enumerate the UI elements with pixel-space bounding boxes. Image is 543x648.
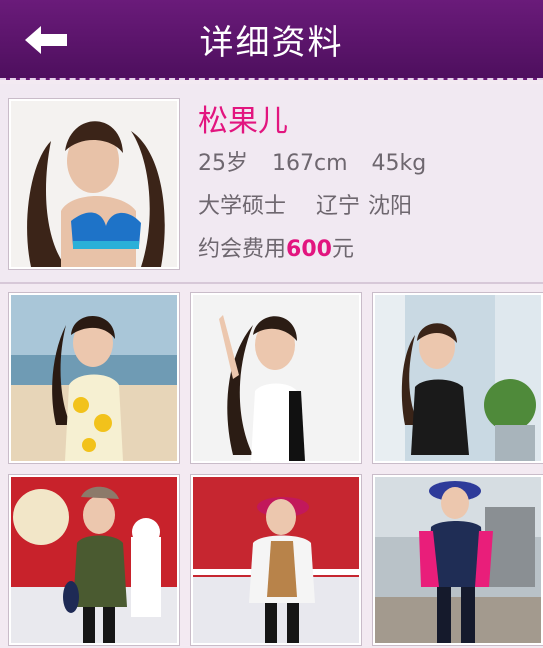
profile-card: 松果儿 25岁 167cm 45kg 大学硕士 辽宁 沈阳 约会费用600元: [0, 84, 543, 282]
gallery-photo-4[interactable]: [8, 474, 180, 646]
fee-unit: 元: [331, 237, 354, 262]
back-arrow-icon: [25, 26, 67, 54]
gallery-photo-2[interactable]: [190, 292, 362, 464]
background-line: 大学硕士 辽宁 沈阳: [198, 185, 426, 228]
back-button[interactable]: [18, 18, 74, 62]
fee-line: 约会费用600元: [198, 228, 426, 271]
education-text: 大学硕士: [198, 194, 287, 219]
stats-line: 25岁 167cm 45kg: [198, 142, 426, 185]
gallery-photo-1[interactable]: [8, 292, 180, 464]
section-divider: [0, 282, 543, 284]
top-bar: 详细资料: [0, 0, 543, 80]
photo-gallery: [0, 292, 543, 648]
gallery-photo-6[interactable]: [372, 474, 543, 646]
fee-label: 约会费用: [198, 237, 287, 262]
weight-text: 45kg: [371, 151, 427, 176]
fee-amount: 600: [286, 237, 332, 262]
city-text: 沈阳: [368, 194, 413, 219]
gallery-photo-5[interactable]: [190, 474, 362, 646]
profile-info: 松果儿 25岁 167cm 45kg 大学硕士 辽宁 沈阳 约会费用600元: [198, 102, 426, 271]
height-text: 167cm: [272, 151, 348, 176]
age-text: 25岁: [198, 151, 248, 176]
province-text: 辽宁: [316, 194, 361, 219]
gallery-photo-3[interactable]: [372, 292, 543, 464]
user-name: 松果儿: [198, 104, 288, 139]
profile-photo[interactable]: [8, 98, 180, 270]
page-title: 详细资料: [199, 22, 344, 63]
